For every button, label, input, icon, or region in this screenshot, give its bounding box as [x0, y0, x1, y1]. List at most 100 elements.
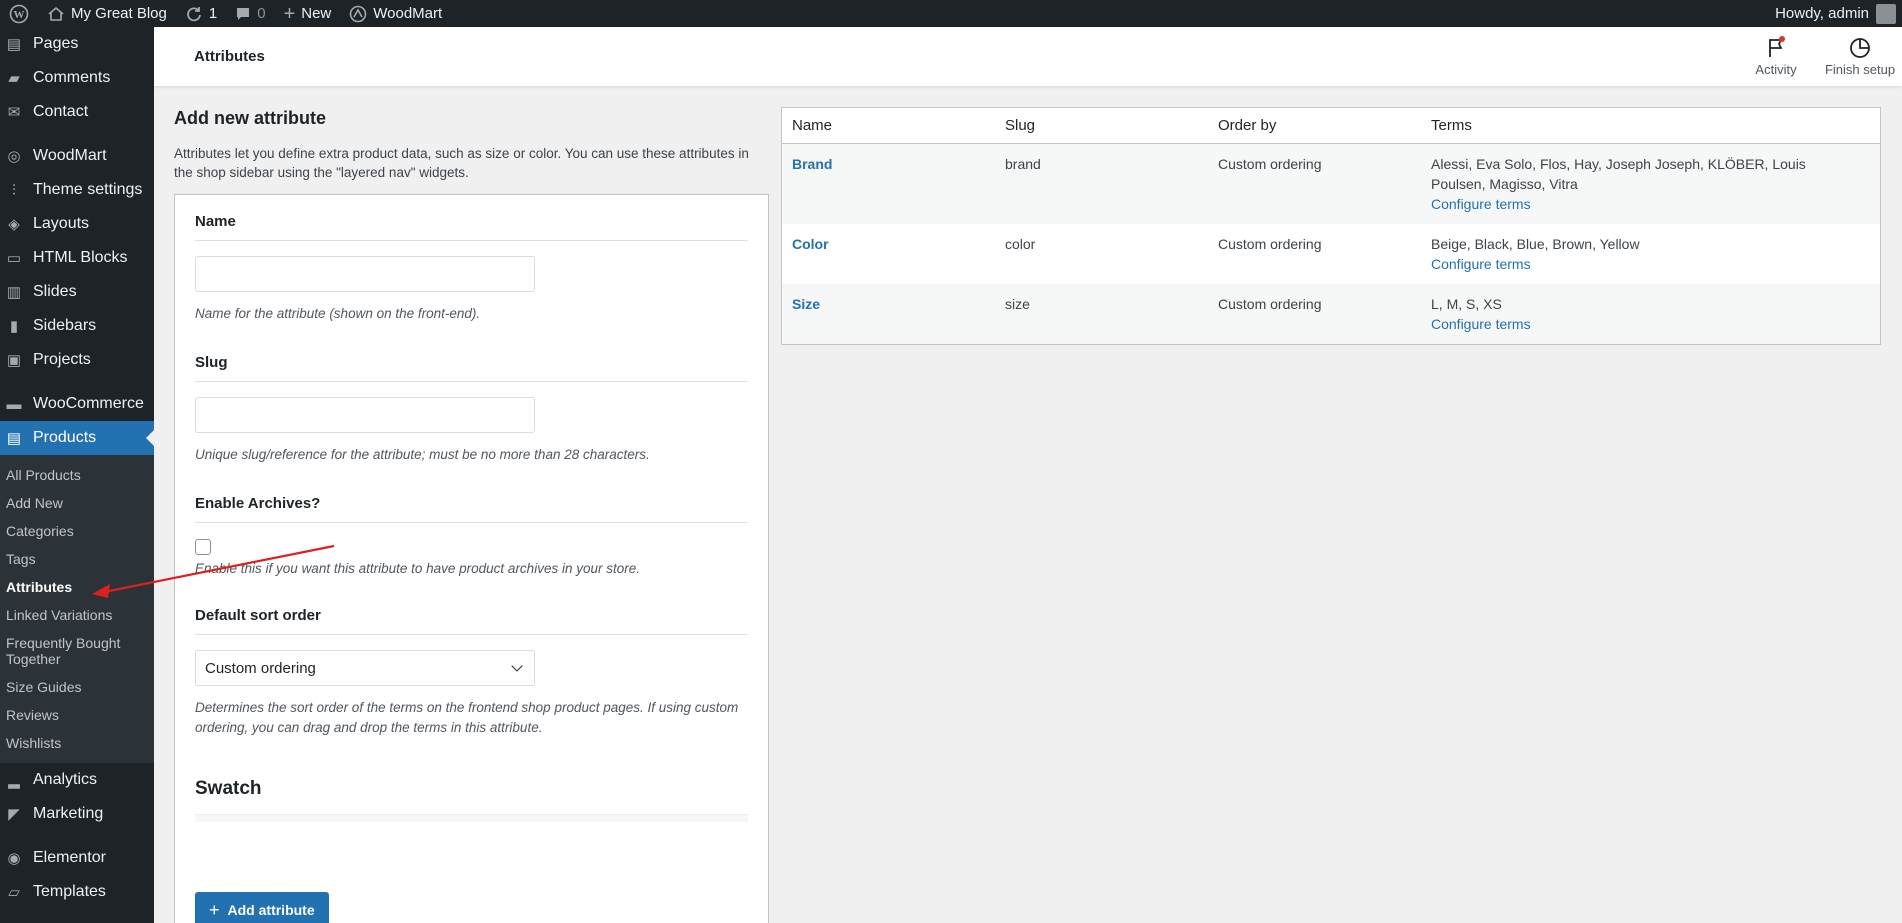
- submenu-add-new[interactable]: Add New: [0, 489, 154, 517]
- header-actions: Activity Finish setup: [1734, 27, 1902, 86]
- woodmart-link[interactable]: WoodMart: [340, 0, 451, 27]
- menu-item-woodmart[interactable]: ◎ WoodMart: [0, 139, 154, 173]
- submenu-tags[interactable]: Tags: [0, 545, 154, 573]
- attribute-terms-cell: L, M, S, XS Configure terms: [1421, 294, 1880, 334]
- activity-button[interactable]: Activity: [1734, 27, 1818, 86]
- wordpress-logo-button[interactable]: W: [0, 0, 38, 27]
- sort-order-label: Default sort order: [195, 579, 748, 635]
- menu-item-html-blocks[interactable]: ▭ HTML Blocks: [0, 241, 154, 275]
- menu-item-layouts[interactable]: ◈ Layouts: [0, 207, 154, 241]
- menu-label: Comments: [33, 69, 111, 86]
- admin-sidebar: ▤ Pages ▰ Comments ✉ Contact ◎ WoodMart …: [0, 27, 154, 923]
- chevron-down-icon: [511, 660, 523, 672]
- submenu-reviews[interactable]: Reviews: [0, 701, 154, 729]
- configure-terms-link[interactable]: Configure terms: [1431, 194, 1850, 214]
- submenu-linked-variations[interactable]: Linked Variations: [0, 601, 154, 629]
- page-title: Attributes: [194, 48, 265, 65]
- activity-label: Activity: [1755, 61, 1797, 77]
- submenu-categories[interactable]: Categories: [0, 517, 154, 545]
- menu-label: Products: [33, 429, 97, 446]
- column-header-slug[interactable]: Slug: [995, 117, 1208, 134]
- form-description: Attributes let you define extra product …: [174, 146, 749, 180]
- new-content-link[interactable]: + New: [275, 0, 341, 27]
- megaphone-icon: ◤: [8, 806, 20, 823]
- swatch-section: [195, 814, 748, 822]
- sidebar-icon: ▮: [9, 318, 19, 335]
- menu-item-projects[interactable]: ▣ Projects: [0, 343, 154, 377]
- column-header-order-by[interactable]: Order by: [1208, 117, 1421, 134]
- refresh-icon: [187, 6, 201, 21]
- menu-item-marketing[interactable]: ◤ Marketing: [0, 797, 154, 831]
- menu-label: HTML Blocks: [33, 249, 128, 266]
- archives-label: Enable Archives?: [195, 465, 748, 523]
- sort-order-select[interactable]: Custom ordering: [195, 650, 535, 686]
- pages-icon: ▤: [6, 36, 22, 53]
- menu-label: Projects: [33, 351, 91, 368]
- column-header-name[interactable]: Name: [782, 117, 995, 134]
- my-account-link[interactable]: Howdy, admin: [1775, 3, 1902, 24]
- menu-item-pages[interactable]: ▤ Pages: [0, 27, 154, 61]
- table-header-row: Name Slug Order by Terms: [782, 108, 1880, 144]
- updates-count: 1: [208, 5, 218, 22]
- archive-box-icon: ▤: [6, 430, 22, 447]
- finish-setup-button[interactable]: Finish setup: [1818, 27, 1902, 86]
- woodmart-label: WoodMart: [373, 5, 443, 22]
- menu-item-comments[interactable]: ▰ Comments: [0, 61, 154, 95]
- attribute-slug: color: [1005, 236, 1036, 252]
- table-row: Brand brand Custom ordering Alessi, Eva …: [782, 144, 1880, 224]
- code-icon: ▭: [6, 250, 22, 267]
- menu-item-products[interactable]: ▤ Products: [0, 421, 154, 455]
- attributes-table: Name Slug Order by Terms Brand brand Cus…: [781, 107, 1881, 345]
- menu-label: Theme settings: [33, 181, 143, 198]
- submenu-wishlists[interactable]: Wishlists: [0, 729, 154, 757]
- archives-help: Enable this if you want this attribute t…: [195, 561, 640, 576]
- attribute-terms-cell: Alessi, Eva Solo, Flos, Hay, Joseph Jose…: [1421, 154, 1880, 214]
- menu-item-analytics[interactable]: ▂ Analytics: [0, 763, 154, 797]
- add-attribute-button[interactable]: + Add attribute: [195, 892, 329, 923]
- svg-text:W: W: [14, 9, 25, 21]
- sliders-icon: ⫶: [12, 181, 16, 199]
- name-help: Name for the attribute (shown on the fro…: [195, 306, 481, 321]
- menu-label: Layouts: [33, 215, 90, 232]
- attribute-name-link[interactable]: Color: [792, 236, 829, 252]
- finish-setup-label: Finish setup: [1824, 61, 1896, 77]
- configure-terms-link[interactable]: Configure terms: [1431, 254, 1850, 274]
- menu-item-theme-settings[interactable]: ⫶ Theme settings: [0, 173, 154, 207]
- wordpress-icon: W: [9, 4, 29, 23]
- submenu-size-guides[interactable]: Size Guides: [0, 673, 154, 701]
- updates-link[interactable]: 1: [176, 0, 226, 27]
- comments-link[interactable]: 0: [226, 0, 274, 27]
- menu-label: Templates: [33, 883, 106, 900]
- configure-terms-link[interactable]: Configure terms: [1431, 314, 1850, 334]
- add-attribute-label: Add attribute: [227, 902, 315, 918]
- slug-help: Unique slug/reference for the attribute;…: [195, 447, 650, 462]
- column-header-terms[interactable]: Terms: [1421, 117, 1880, 134]
- enable-archives-checkbox[interactable]: [195, 539, 211, 555]
- main-content: Add new attribute Attributes let you def…: [154, 86, 1902, 923]
- avatar: [1876, 3, 1896, 24]
- menu-item-slides[interactable]: ▥ Slides: [0, 275, 154, 309]
- menu-label: WoodMart: [33, 147, 107, 164]
- menu-item-contact[interactable]: ✉ Contact: [0, 95, 154, 129]
- site-name-link[interactable]: My Great Blog: [38, 0, 176, 27]
- menu-item-sidebars[interactable]: ▮ Sidebars: [0, 309, 154, 343]
- name-input[interactable]: [195, 256, 535, 292]
- swatch-title: Swatch: [195, 778, 262, 799]
- submenu-attributes[interactable]: Attributes: [0, 573, 154, 601]
- menu-item-elementor[interactable]: ◉ Elementor: [0, 841, 154, 875]
- sort-order-value: Custom ordering: [205, 659, 316, 677]
- menu-item-woocommerce[interactable]: ▬ WooCommerce: [0, 387, 154, 421]
- slug-input[interactable]: [195, 397, 535, 433]
- attribute-order: Custom ordering: [1218, 296, 1322, 312]
- menu-item-templates[interactable]: ▱ Templates: [0, 875, 154, 909]
- attribute-name-link[interactable]: Size: [792, 296, 820, 312]
- table-row: Color color Custom ordering Beige, Black…: [782, 224, 1880, 284]
- attribute-order: Custom ordering: [1218, 156, 1322, 172]
- admin-bar: W My Great Blog 1 0 + New WoodMart Howdy…: [0, 0, 1902, 27]
- submenu-frequently-bought-together[interactable]: Frequently Bought Together: [0, 629, 154, 673]
- products-submenu: All Products Add New Categories Tags Att…: [0, 455, 154, 763]
- menu-label: Analytics: [33, 771, 98, 788]
- site-name: My Great Blog: [71, 5, 167, 22]
- attribute-name-link[interactable]: Brand: [792, 156, 832, 172]
- submenu-all-products[interactable]: All Products: [0, 461, 154, 489]
